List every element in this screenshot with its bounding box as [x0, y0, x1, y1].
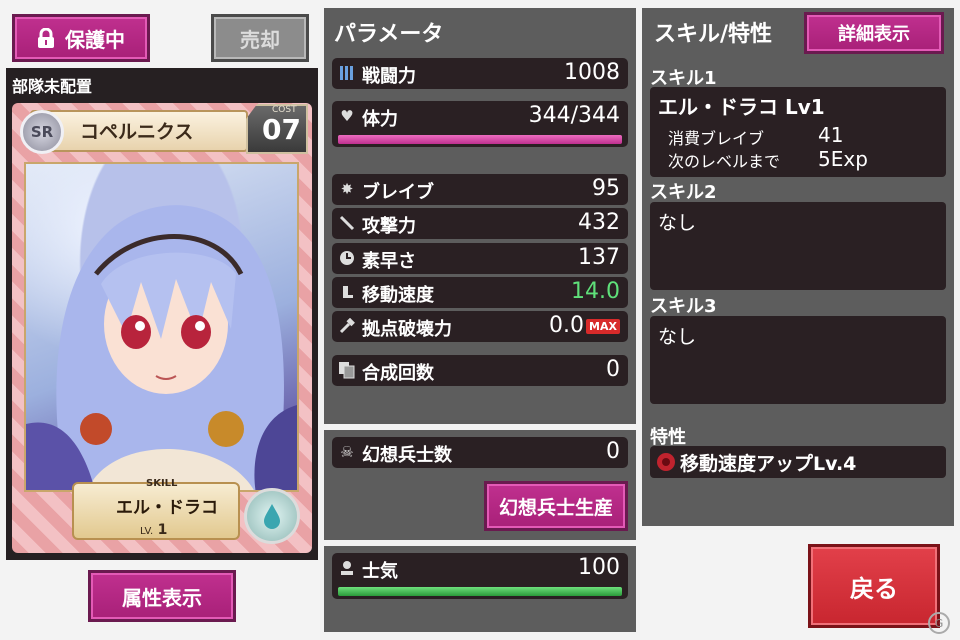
hp-value: 344/344: [528, 103, 620, 128]
morale-row: 士気 100: [332, 553, 628, 599]
base-destroy-row: 拠点破壊力 0.0 MAX: [332, 311, 628, 342]
produce-soldier-label: 幻想兵士生産: [498, 496, 613, 519]
logo-watermark: G: [928, 612, 950, 634]
skill3-box: なし: [650, 316, 946, 404]
attack-value: 432: [578, 210, 620, 235]
skill2-box: なし: [650, 202, 946, 290]
morale-bar-fill: [338, 587, 622, 596]
merge-count-row: 合成回数 0: [332, 355, 628, 386]
trait-box: 移動速度アップLv.4: [650, 446, 946, 478]
merge-count-value: 0: [606, 357, 620, 382]
trait-value: 移動速度アップLv.4: [680, 453, 857, 475]
merge-count-label: 合成回数: [362, 363, 434, 384]
morale-bar-track: [338, 587, 622, 596]
detail-button[interactable]: 詳細表示: [804, 12, 944, 54]
card-skill-name: エル・ドラコ: [116, 498, 218, 518]
morale-label: 士気: [362, 561, 398, 582]
combat-label: 戦闘力: [362, 66, 416, 87]
hp-label: 体力: [362, 109, 398, 130]
combat-value: 1008: [564, 60, 620, 85]
cards-icon: [338, 361, 356, 379]
soldier-count-row: ☠ 幻想兵士数 0: [332, 437, 628, 468]
move-speed-row: 移動速度 14.0: [332, 277, 628, 308]
card-name: コペルニクス: [80, 121, 194, 143]
hp-bar-fill: [338, 135, 622, 144]
hp-row: ♥ 体力 344/344: [332, 101, 628, 147]
detail-button-label: 詳細表示: [838, 24, 910, 45]
produce-soldier-button[interactable]: 幻想兵士生産: [484, 481, 628, 531]
back-button-label: 戻る: [850, 574, 898, 603]
combat-icon: [338, 64, 356, 82]
rarity-text: SR: [30, 123, 54, 141]
sell-button[interactable]: 売却: [211, 14, 309, 62]
skill-caption: SKILL: [146, 478, 178, 489]
speed-label: 素早さ: [362, 251, 416, 272]
card-level-value: 1: [157, 522, 168, 538]
base-destroy-value: 0.0: [549, 313, 584, 338]
attribute-button[interactable]: 属性表示: [88, 570, 236, 622]
card-level-label: LV.: [140, 526, 154, 537]
morale-value: 100: [578, 555, 620, 580]
water-element-icon: [244, 488, 300, 544]
back-button[interactable]: 戻る: [808, 544, 940, 628]
attribute-button-label: 属性表示: [122, 585, 202, 610]
cost-value: 07: [262, 113, 301, 146]
heart-icon: ♥: [340, 107, 354, 125]
soldier-count-value: 0: [606, 439, 620, 464]
protect-button[interactable]: 保護中: [12, 14, 150, 62]
clock-icon: [338, 249, 356, 267]
combat-power-row: 戦闘力 1008: [332, 58, 628, 89]
skill2-value: なし: [658, 212, 697, 234]
skill1-name: エル・ドラコ Lv1: [658, 95, 825, 119]
card-level: LV. 1: [140, 522, 167, 538]
move-speed-value: 14.0: [571, 279, 620, 304]
skill3-value: なし: [658, 326, 697, 348]
soldier-count-label: 幻想兵士数: [362, 445, 452, 466]
sell-label: 売却: [240, 27, 280, 52]
skull-icon: ☠: [340, 443, 354, 461]
move-speed-label: 移動速度: [362, 285, 434, 306]
max-badge: MAX: [586, 319, 620, 334]
parameter-title: パラメータ: [334, 22, 444, 47]
skill3-label: スキル3: [650, 296, 717, 317]
base-destroy-label: 拠点破壊力: [362, 319, 452, 340]
brave-row: ✸ ブレイブ 95: [332, 174, 628, 205]
brave-value: 95: [592, 176, 620, 201]
character-illustration: [24, 162, 299, 492]
sword-icon: [338, 214, 356, 232]
hp-bar-track: [338, 135, 622, 144]
skill-panel-title: スキル/特性: [654, 22, 773, 47]
protect-label: 保護中: [65, 27, 125, 52]
attack-row: 攻撃力 432: [332, 208, 628, 239]
skill1-cost-value: 41: [818, 123, 844, 147]
trait-icon: [656, 452, 676, 472]
skill2-label: スキル2: [650, 182, 717, 203]
lock-icon: [37, 27, 55, 48]
speed-row: 素早さ 137: [332, 243, 628, 274]
person-icon: [338, 559, 356, 577]
burst-icon: ✸: [340, 180, 354, 198]
brave-label: ブレイブ: [362, 182, 434, 203]
boot-icon: [338, 283, 356, 301]
skill1-next-label: 次のレベルまで: [668, 152, 781, 171]
character-portrait: [26, 205, 297, 490]
skill1-cost-label: 消費ブレイブ: [668, 129, 765, 148]
speed-value: 137: [578, 245, 620, 270]
skill1-box: エル・ドラコ Lv1 消費ブレイブ 41 次のレベルまで 5Exp: [650, 87, 946, 177]
rarity-badge: SR: [20, 110, 64, 154]
deploy-status: 部隊未配置: [12, 77, 93, 96]
attack-label: 攻撃力: [362, 216, 416, 237]
hammer-icon: [338, 317, 356, 335]
skill1-next-value: 5Exp: [818, 147, 868, 171]
